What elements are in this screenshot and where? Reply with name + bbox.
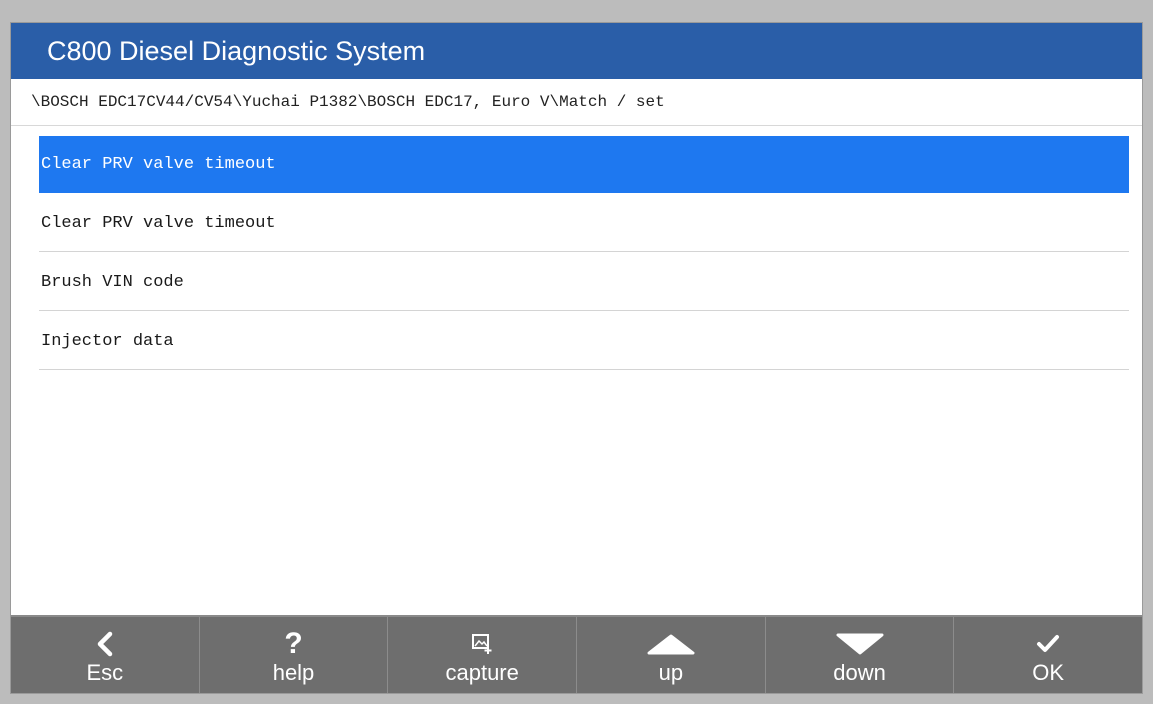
- app-window: C800 Diesel Diagnostic System \BOSCH EDC…: [10, 22, 1143, 694]
- help-label: help: [272, 660, 315, 685]
- question-mark-icon: ?: [284, 627, 303, 660]
- list-item[interactable]: Brush VIN code: [39, 254, 1129, 311]
- bottom-toolbar: Esc ? help capture up down OK: [11, 615, 1142, 693]
- menu-list: Clear PRV valve timeout Clear PRV valve …: [39, 136, 1129, 372]
- capture-label: capture: [445, 660, 519, 685]
- list-item[interactable]: Clear PRV valve timeout: [39, 136, 1129, 193]
- down-button[interactable]: down: [766, 617, 955, 693]
- down-label: down: [833, 660, 886, 685]
- capture-button[interactable]: capture: [388, 617, 578, 693]
- esc-label: Esc: [86, 660, 124, 685]
- chevron-left-icon: [95, 627, 115, 661]
- up-label: up: [658, 660, 684, 685]
- breadcrumb: \BOSCH EDC17CV44/CV54\Yuchai P1382\BOSCH…: [11, 79, 1142, 126]
- help-button[interactable]: ? help: [200, 617, 389, 693]
- triangle-down-icon: [835, 627, 885, 661]
- up-button[interactable]: up: [577, 617, 766, 693]
- list-item[interactable]: Clear PRV valve timeout: [39, 195, 1129, 252]
- screenshot-icon: [470, 627, 494, 661]
- ok-button[interactable]: OK: [954, 617, 1142, 693]
- list-item[interactable]: Injector data: [39, 313, 1129, 370]
- checkmark-icon: [1035, 627, 1061, 661]
- esc-button[interactable]: Esc: [11, 617, 200, 693]
- window-title: C800 Diesel Diagnostic System: [11, 23, 1142, 79]
- triangle-up-icon: [646, 627, 696, 661]
- ok-label: OK: [1032, 660, 1065, 685]
